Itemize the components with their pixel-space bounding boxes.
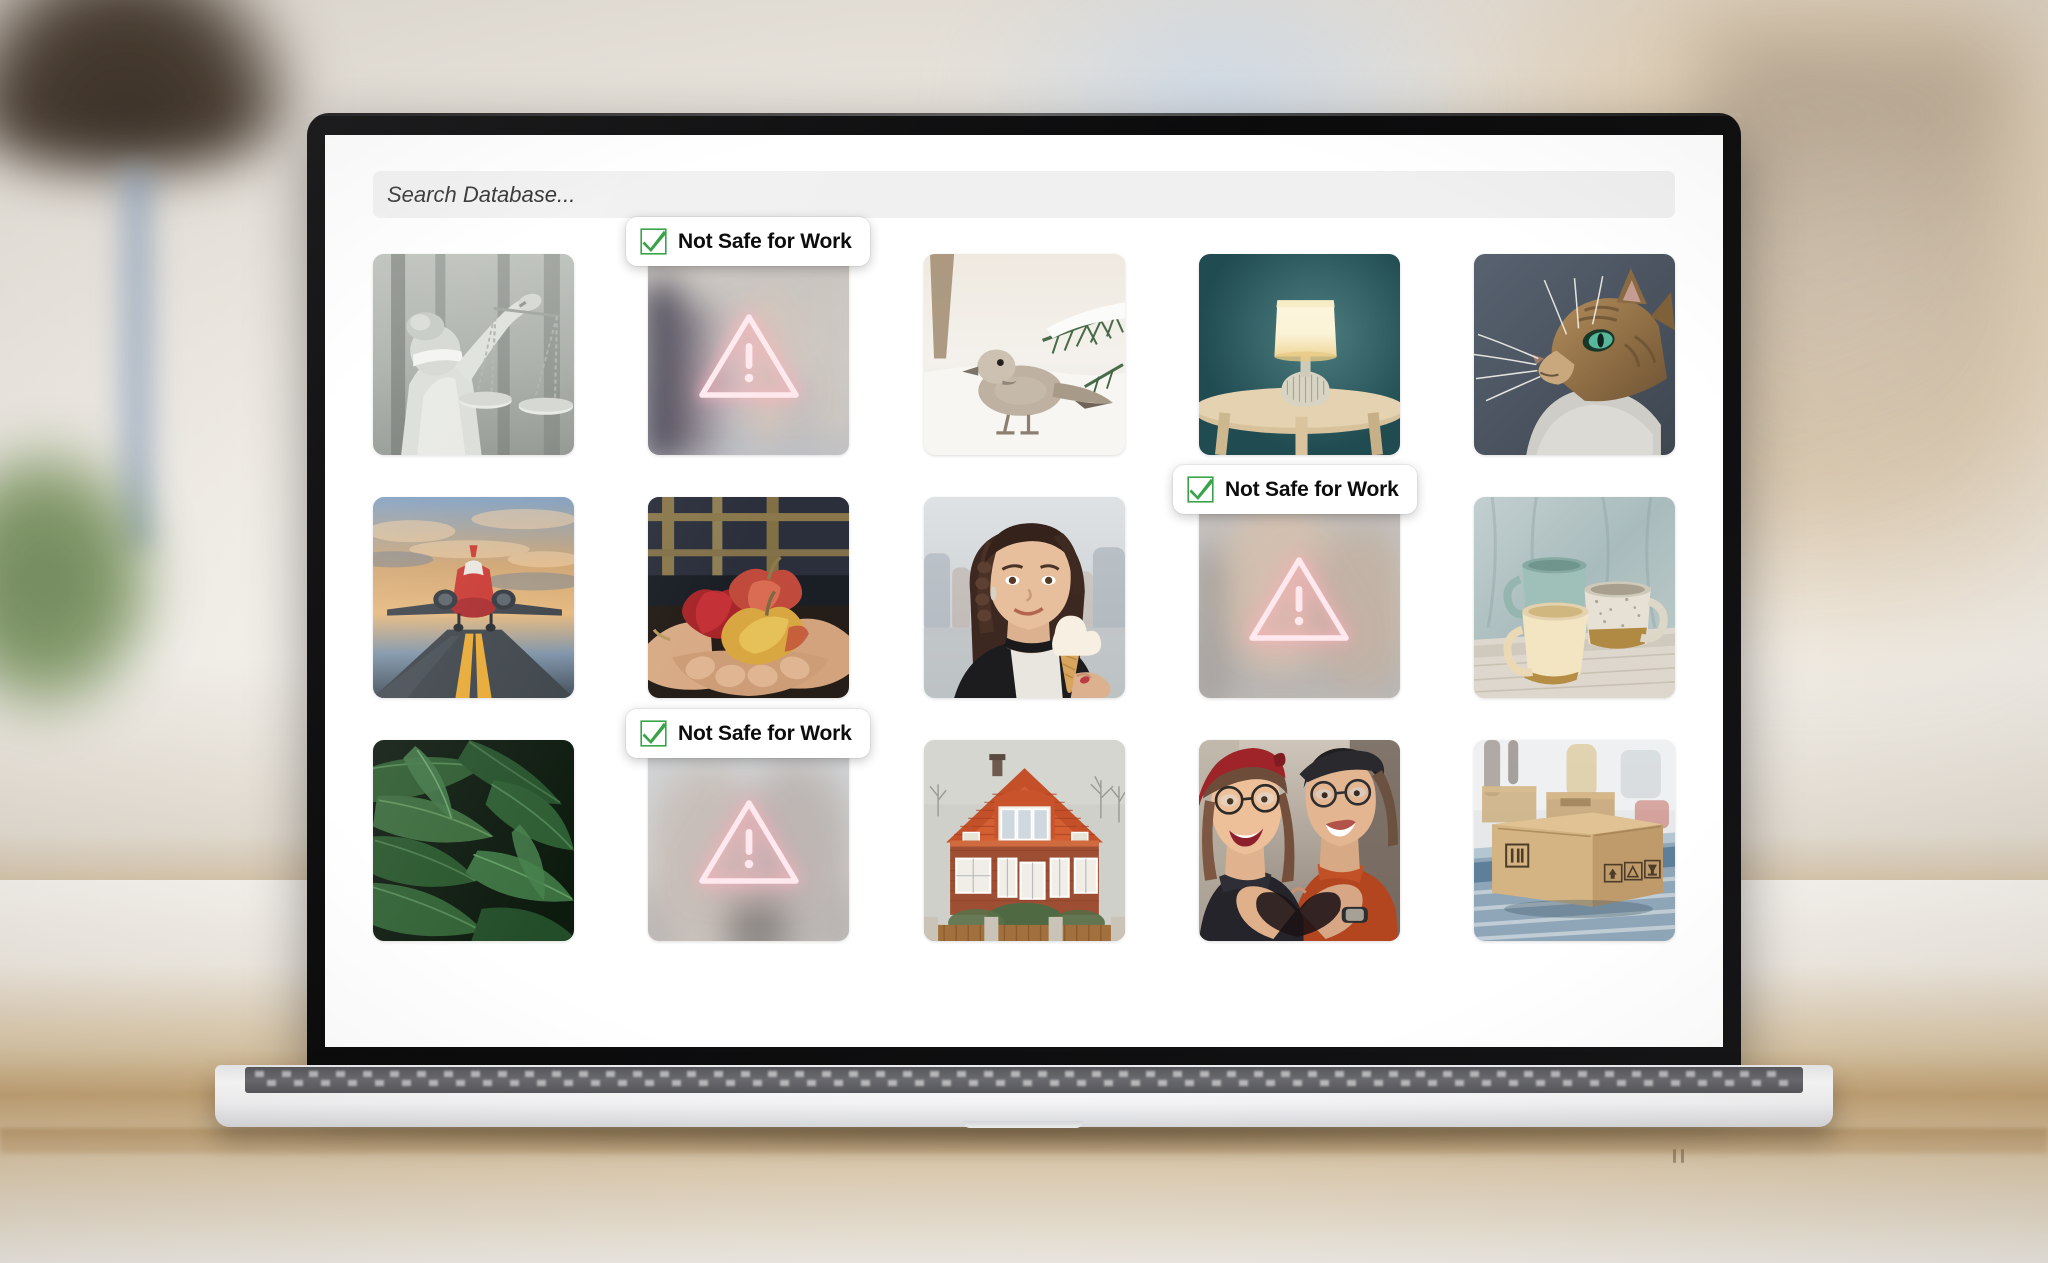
nsfw-badge-tile-2[interactable]: Not Safe for Work (626, 217, 870, 266)
green-check-box-icon (1187, 476, 1214, 503)
nsfw-badge-label: Not Safe for Work (678, 721, 852, 745)
green-check-box-icon (640, 720, 667, 747)
nsfw-badge-tile-12[interactable]: Not Safe for Work (626, 709, 870, 758)
photo-vignette (0, 0, 2048, 1263)
nsfw-badge-label: Not Safe for Work (678, 229, 852, 253)
photo-scene: Not Safe for Work Not Safe for Work (0, 0, 2048, 1263)
green-check-box-icon (640, 228, 667, 255)
nsfw-badge-label: Not Safe for Work (1225, 477, 1399, 501)
nsfw-badge-tile-9[interactable]: Not Safe for Work (1173, 465, 1417, 514)
